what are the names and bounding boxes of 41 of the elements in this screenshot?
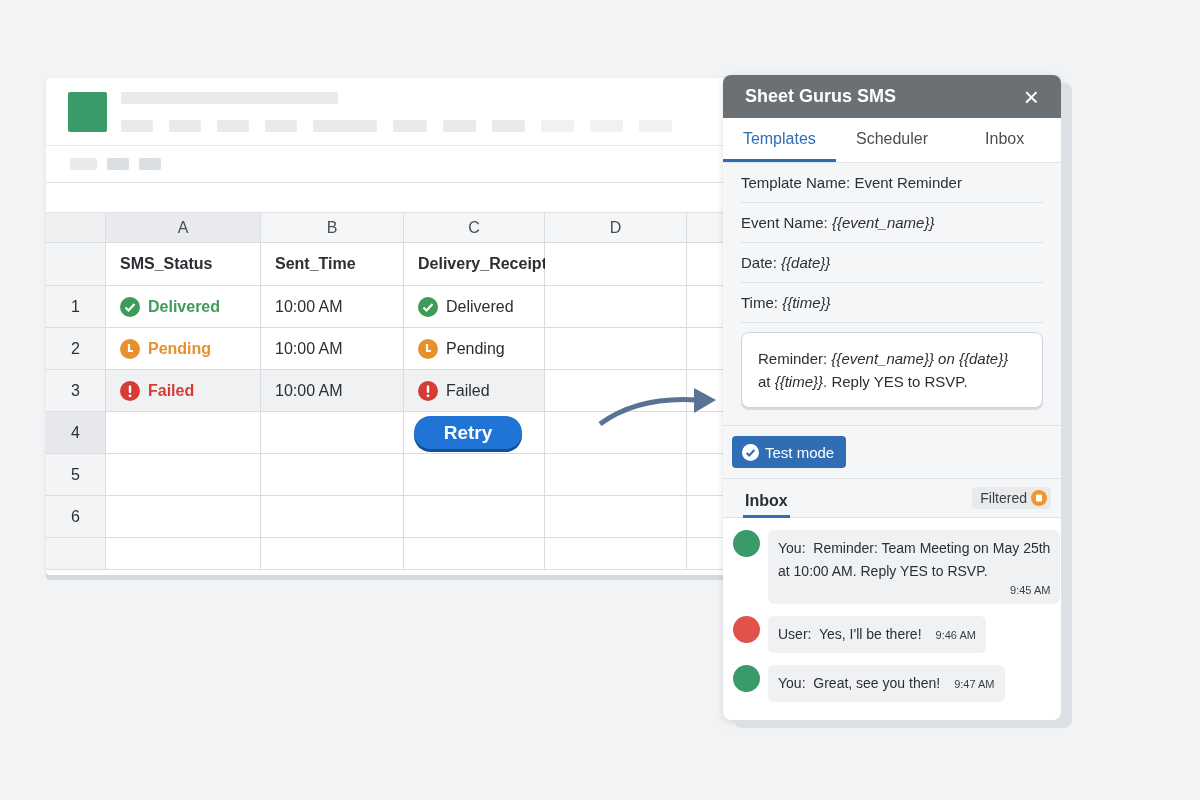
row-number[interactable]: 2	[46, 328, 106, 370]
filter-chip[interactable]: Filtered	[972, 487, 1051, 509]
template-field: Template Name: Event Reminder	[741, 163, 1043, 203]
row-number[interactable]: 1	[46, 286, 106, 328]
table-cell: Delivered	[404, 286, 545, 328]
table-cell: Failed	[404, 370, 545, 412]
table-cell: 10:00 AM	[261, 286, 404, 328]
tab[interactable]: Inbox	[948, 118, 1061, 162]
test-mode-button[interactable]: Test mode	[732, 436, 847, 468]
column-header[interactable]: B	[261, 213, 404, 243]
column-header[interactable]: A	[106, 213, 261, 243]
column-header[interactable]: C	[404, 213, 545, 243]
table-cell: 10:00 AM	[261, 370, 404, 412]
message-text: User: Yes, I'll be there!	[778, 625, 922, 644]
message-text: You: Great, see you then!	[778, 674, 941, 693]
status-cell: Delivered	[106, 286, 261, 328]
row-number[interactable]: 4	[46, 412, 106, 454]
close-button[interactable]: ×	[1023, 83, 1039, 110]
status-cell: Failed	[106, 370, 261, 412]
header-cell: SMS_Status	[106, 243, 261, 286]
table-cell: Pending	[404, 328, 545, 370]
header-cell: Sent_Time	[261, 243, 404, 286]
table-cell: 10:00 AM	[261, 328, 404, 370]
message-text: You: Reminder: Team Meeting on May 25th at 10:00 AM. Reply YES to RSVP.	[778, 539, 1051, 581]
column-header[interactable]: D	[545, 213, 687, 243]
template-field: Event Name: {{event_name}}	[741, 203, 1043, 243]
inbox-tab[interactable]: Inbox	[743, 484, 790, 518]
message-time: 9:47 AM	[954, 677, 995, 691]
header-cell: Delivery_Receipt	[404, 243, 545, 286]
row-number[interactable]: 5	[46, 454, 106, 496]
message-time: 9:46 AM	[935, 628, 976, 642]
template-field: Time: {{time}}	[741, 283, 1043, 323]
message-time: 9:45 AM	[1010, 583, 1051, 597]
template-field: Date: {{date}}	[741, 243, 1043, 283]
status-cell: Pending	[106, 328, 261, 370]
row-number[interactable]: 3	[46, 370, 106, 412]
tab[interactable]: Scheduler	[835, 118, 949, 162]
row-number[interactable]: 6	[46, 496, 106, 538]
retry-button[interactable]: Retry	[414, 416, 522, 449]
panel-title: Sheet Gurus SMS	[745, 86, 897, 107]
message-template[interactable]: Reminder: {{event_name}} on {{date}} at {{time}}. Reply YES to RSVP.	[741, 332, 1043, 408]
